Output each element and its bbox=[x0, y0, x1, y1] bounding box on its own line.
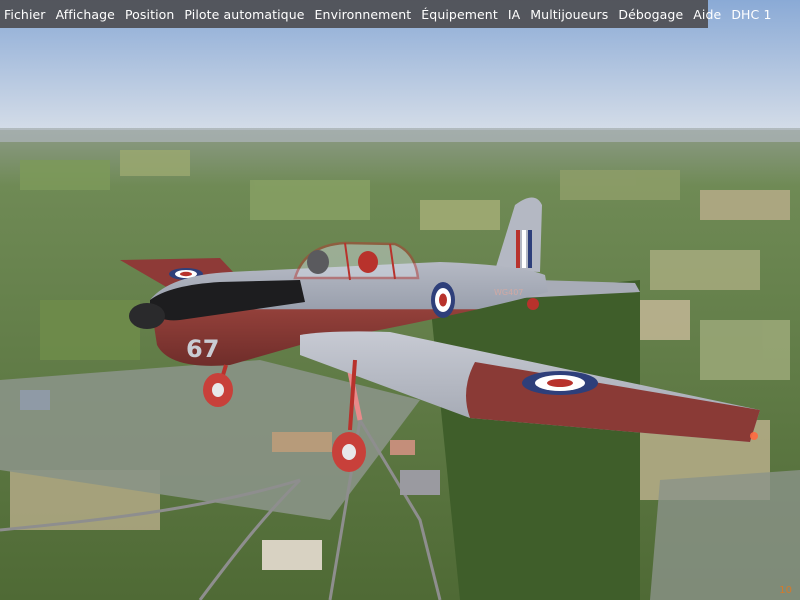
forest bbox=[430, 280, 640, 600]
spinner bbox=[129, 303, 165, 329]
menu-position[interactable]: Position bbox=[125, 7, 179, 22]
menu-aide[interactable]: Aide bbox=[693, 7, 726, 22]
nav-light bbox=[750, 432, 758, 440]
pilot-2 bbox=[358, 251, 378, 273]
menu-ia[interactable]: IA bbox=[508, 7, 525, 22]
tail-wheel bbox=[527, 298, 539, 310]
menu-environnement[interactable]: Environnement bbox=[315, 7, 417, 22]
menu-debogage[interactable]: Débogage bbox=[618, 7, 688, 22]
tail-code: WG407 bbox=[494, 288, 523, 297]
fps-counter: 10 bbox=[779, 585, 792, 596]
pilot bbox=[307, 250, 329, 274]
menu-affichage[interactable]: Affichage bbox=[56, 7, 120, 22]
menu-bar: Fichier Affichage Position Pilote automa… bbox=[0, 0, 771, 28]
menu-equipement[interactable]: Équipement bbox=[421, 7, 503, 22]
menu-multijoueurs[interactable]: Multijoueurs bbox=[530, 7, 613, 22]
fuselage-number: 67 bbox=[186, 335, 219, 363]
flight-scene: 67 WG407 bbox=[0, 0, 800, 600]
menu-dhc1[interactable]: DHC 1 bbox=[731, 7, 776, 22]
menu-fichier[interactable]: Fichier bbox=[4, 7, 51, 22]
town-east bbox=[650, 470, 800, 600]
menu-pilote-automatique[interactable]: Pilote automatique bbox=[184, 7, 309, 22]
horizon-haze bbox=[0, 128, 800, 142]
